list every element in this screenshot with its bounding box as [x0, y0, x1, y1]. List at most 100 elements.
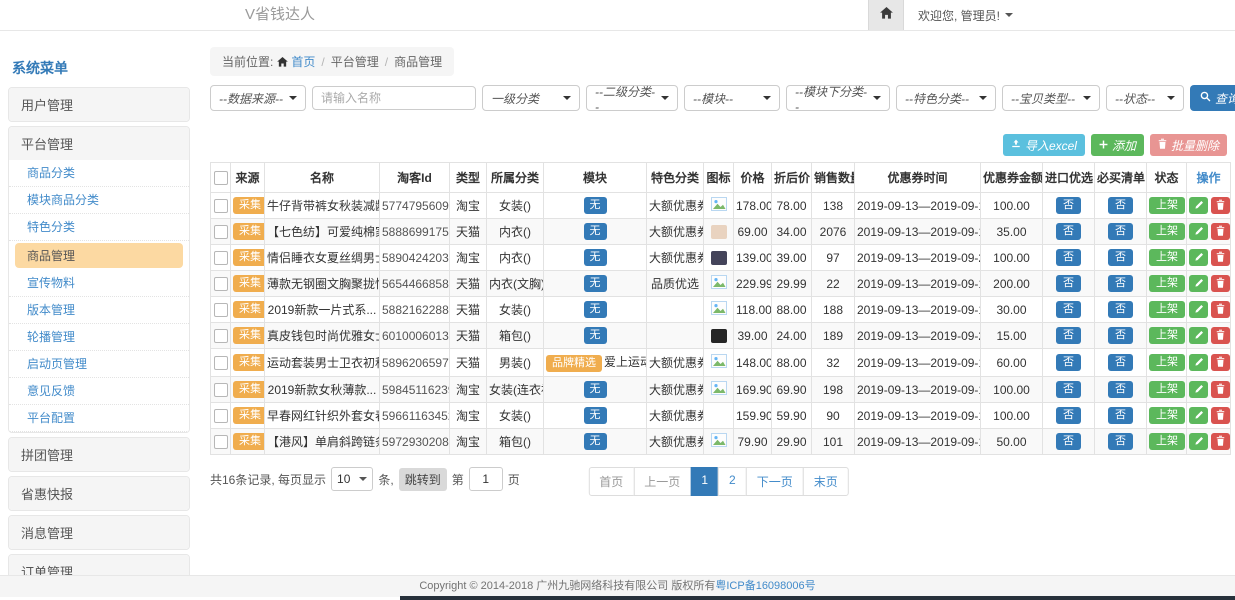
must-buy-toggle[interactable]: 否 [1108, 433, 1133, 450]
must-buy-toggle[interactable]: 否 [1108, 223, 1133, 240]
import-select-toggle[interactable]: 否 [1056, 327, 1081, 344]
must-buy-toggle[interactable]: 否 [1108, 407, 1133, 424]
pager-末页[interactable]: 末页 [803, 467, 849, 496]
import-select-toggle[interactable]: 否 [1056, 433, 1081, 450]
sidebar-item-商品管理[interactable]: 商品管理 [15, 243, 183, 268]
delete-button[interactable] [1211, 197, 1230, 214]
status-toggle[interactable]: 上架 [1149, 197, 1185, 214]
edit-button[interactable] [1189, 433, 1208, 450]
edit-button[interactable] [1189, 407, 1208, 424]
pager-2[interactable]: 2 [718, 467, 747, 496]
row-checkbox[interactable] [214, 277, 228, 291]
must-buy-toggle[interactable]: 否 [1108, 354, 1133, 371]
delete-button[interactable] [1211, 249, 1230, 266]
must-buy-toggle[interactable]: 否 [1108, 249, 1133, 266]
sidebar-item-版本管理[interactable]: 版本管理 [9, 297, 189, 324]
status-toggle[interactable]: 上架 [1149, 249, 1185, 266]
pager-上一页[interactable]: 上一页 [633, 467, 691, 496]
row-checkbox[interactable] [214, 383, 228, 397]
filter-level2-select[interactable]: --二级分类-- [586, 85, 678, 111]
search-button[interactable]: 查询 [1190, 85, 1235, 111]
filter-level1-select[interactable]: 一级分类 [482, 85, 580, 111]
status-toggle[interactable]: 上架 [1149, 223, 1185, 240]
sidebar-group-消息管理[interactable]: 消息管理 [9, 516, 189, 549]
import-select-toggle[interactable]: 否 [1056, 354, 1081, 371]
status-toggle[interactable]: 上架 [1149, 275, 1185, 292]
icp-link[interactable]: 粤ICP备16098006号 [715, 580, 815, 592]
status-toggle[interactable]: 上架 [1149, 354, 1185, 371]
filter-status-select[interactable]: --状态-- [1106, 85, 1184, 111]
row-checkbox[interactable] [214, 303, 228, 317]
filter-module-select[interactable]: --模块-- [684, 85, 780, 111]
edit-button[interactable] [1189, 354, 1208, 371]
must-buy-toggle[interactable]: 否 [1108, 197, 1133, 214]
name-search-input[interactable] [312, 86, 476, 110]
filter-item-type-select[interactable]: --宝贝类型-- [1002, 85, 1100, 111]
filter-source-select[interactable]: --数据来源-- [210, 85, 306, 111]
delete-button[interactable] [1211, 407, 1230, 424]
import-excel-button[interactable]: 导入excel [1003, 134, 1085, 156]
import-select-toggle[interactable]: 否 [1056, 197, 1081, 214]
sidebar-item-商品分类[interactable]: 商品分类 [9, 160, 189, 187]
add-button[interactable]: 添加 [1091, 134, 1144, 156]
row-checkbox[interactable] [214, 251, 228, 265]
pager-首页[interactable]: 首页 [588, 467, 634, 496]
batch-delete-button[interactable]: 批量删除 [1150, 134, 1227, 156]
status-toggle[interactable]: 上架 [1149, 301, 1185, 318]
status-toggle[interactable]: 上架 [1149, 407, 1185, 424]
row-checkbox[interactable] [214, 199, 228, 213]
delete-button[interactable] [1211, 381, 1230, 398]
filter-feature-select[interactable]: --特色分类-- [896, 85, 996, 111]
pager-下一页[interactable]: 下一页 [746, 467, 804, 496]
delete-button[interactable] [1211, 223, 1230, 240]
sidebar-item-轮播管理[interactable]: 轮播管理 [9, 324, 189, 351]
filter-module-sub-select[interactable]: --模块下分类-- [786, 85, 890, 111]
jump-button[interactable]: 跳转到 [399, 468, 447, 491]
sidebar-item-模块商品分类[interactable]: 模块商品分类 [9, 187, 189, 214]
row-checkbox[interactable] [214, 435, 228, 449]
sidebar-item-特色分类[interactable]: 特色分类 [9, 214, 189, 241]
sidebar-item-宣传物料[interactable]: 宣传物料 [9, 270, 189, 297]
edit-button[interactable] [1189, 223, 1208, 240]
row-checkbox[interactable] [214, 329, 228, 343]
import-select-toggle[interactable]: 否 [1056, 223, 1081, 240]
must-buy-toggle[interactable]: 否 [1108, 301, 1133, 318]
must-buy-toggle[interactable]: 否 [1108, 327, 1133, 344]
status-toggle[interactable]: 上架 [1149, 327, 1185, 344]
edit-button[interactable] [1189, 381, 1208, 398]
row-checkbox[interactable] [214, 409, 228, 423]
must-buy-toggle[interactable]: 否 [1108, 381, 1133, 398]
edit-button[interactable] [1189, 249, 1208, 266]
edit-button[interactable] [1189, 197, 1208, 214]
sidebar-item-意见反馈[interactable]: 意见反馈 [9, 378, 189, 405]
edit-button[interactable] [1189, 275, 1208, 292]
sidebar-group-拼团管理[interactable]: 拼团管理 [9, 438, 189, 471]
delete-button[interactable] [1211, 275, 1230, 292]
import-select-toggle[interactable]: 否 [1056, 407, 1081, 424]
status-toggle[interactable]: 上架 [1149, 381, 1185, 398]
delete-button[interactable] [1211, 327, 1230, 344]
delete-button[interactable] [1211, 301, 1230, 318]
breadcrumb-home-link[interactable]: 首页 [291, 55, 315, 69]
edit-button[interactable] [1189, 301, 1208, 318]
sidebar-group-用户管理[interactable]: 用户管理 [9, 88, 189, 121]
page-number-input[interactable] [469, 467, 503, 491]
sidebar-group-订单管理[interactable]: 订单管理 [9, 555, 189, 575]
status-toggle[interactable]: 上架 [1149, 433, 1185, 450]
delete-button[interactable] [1211, 354, 1230, 371]
user-menu[interactable]: 欢迎您, 管理员! [918, 7, 1013, 24]
delete-button[interactable] [1211, 433, 1230, 450]
import-select-toggle[interactable]: 否 [1056, 301, 1081, 318]
row-checkbox[interactable] [214, 356, 228, 370]
select-all-checkbox[interactable] [214, 171, 228, 185]
sidebar-item-平台配置[interactable]: 平台配置 [9, 405, 189, 432]
row-checkbox[interactable] [214, 225, 228, 239]
import-select-toggle[interactable]: 否 [1056, 249, 1081, 266]
sidebar-item-启动页管理[interactable]: 启动页管理 [9, 351, 189, 378]
per-page-select[interactable]: 10 [331, 467, 373, 491]
must-buy-toggle[interactable]: 否 [1108, 275, 1133, 292]
home-button[interactable] [868, 0, 904, 30]
sidebar-group-平台管理[interactable]: 平台管理 [9, 127, 189, 160]
import-select-toggle[interactable]: 否 [1056, 275, 1081, 292]
edit-button[interactable] [1189, 327, 1208, 344]
